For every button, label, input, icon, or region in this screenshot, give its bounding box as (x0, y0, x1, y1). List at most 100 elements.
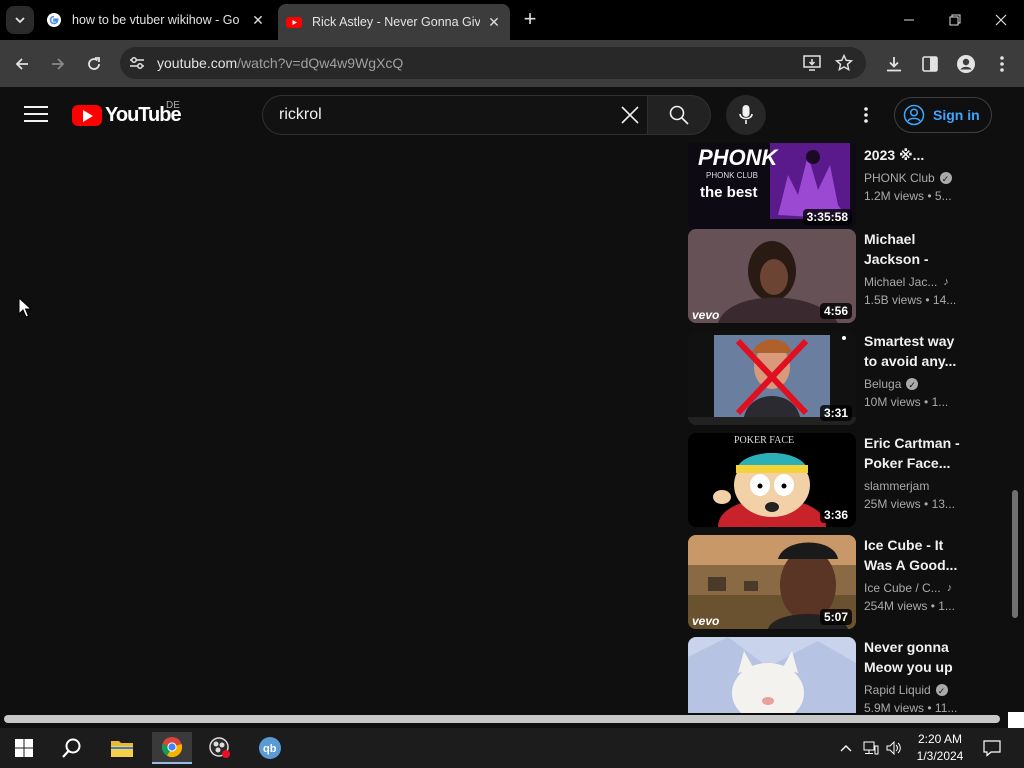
view-stats: 5.9M views • 11... (864, 701, 958, 713)
restore-button[interactable] (932, 0, 978, 40)
clock-date: 1/3/2024 (916, 749, 964, 763)
reload-icon (88, 57, 100, 70)
close-tab-icon[interactable]: ✕ (250, 12, 266, 29)
chevron-up-icon (840, 745, 852, 752)
search-input[interactable]: rickrol (262, 95, 648, 135)
video-title[interactable]: Eric Cartman - Poker Face... (864, 433, 964, 473)
view-stats: 10M views • 1... (864, 395, 949, 409)
sign-in-label: Sign in (933, 107, 980, 123)
video-thumbnail[interactable]: vevo 5:07 (688, 535, 856, 629)
video-title[interactable]: Smartest way to avoid any... (864, 331, 964, 371)
channel-name[interactable]: Rapid Liquid (864, 681, 964, 700)
recommendation-item[interactable]: vevo 4:56 Michael Jackson - Billi... Mic… (688, 229, 978, 323)
search-button[interactable] (648, 95, 711, 135)
thumb-text-phonk-club: PHONK CLUB (706, 171, 758, 180)
horizontal-scrollbar[interactable] (4, 715, 1000, 723)
verified-badge-icon (935, 682, 948, 700)
back-button[interactable] (8, 50, 36, 78)
side-panel-icon[interactable] (918, 52, 942, 76)
browser-tab-strip: how to be vtuber wikihow - Go ✕ Rick Ast… (0, 0, 1024, 40)
chrome-taskbar-button[interactable] (152, 732, 192, 764)
profile-icon[interactable] (954, 52, 978, 76)
url-path: /watch?v=dQw4w9WgXcQ (237, 55, 404, 71)
network-icon[interactable] (863, 740, 879, 756)
site-info-icon[interactable] (128, 54, 146, 72)
thumb-text-poker-face: POKER FACE (734, 435, 794, 446)
video-meta: Ice Cube - It Was A Good... Ice Cube / C… (864, 535, 964, 615)
recommendations-list: PHONK PHONK CLUB the best 3:35:58 2023 ※… (688, 143, 978, 713)
video-title[interactable]: 2023 ※... (864, 145, 964, 165)
close-icon (995, 14, 1007, 26)
obs-taskbar-button[interactable] (200, 732, 240, 764)
new-tab-button[interactable]: + (518, 8, 542, 32)
file-explorer-button[interactable] (102, 732, 142, 764)
mouse-cursor-icon (18, 297, 32, 318)
channel-name[interactable]: Michael Jac... ♪ (864, 273, 964, 291)
downloads-icon[interactable] (882, 52, 906, 76)
view-stats: 254M views • 1... (864, 599, 955, 613)
video-meta: Never gonna Meow you up Rapid Liquid 5.9… (864, 637, 964, 713)
country-code: DE (166, 100, 180, 111)
channel-name[interactable]: PHONK Club (864, 169, 964, 188)
account-circle-icon (903, 104, 925, 126)
hamburger-menu-icon[interactable] (24, 106, 48, 124)
scrollbar-corner (1008, 712, 1024, 728)
recommendation-item[interactable]: Never gonna Meow you up Rapid Liquid 5.9… (688, 637, 978, 713)
channel-name[interactable]: Beluga (864, 375, 964, 394)
channel-name[interactable]: Ice Cube / C... ♪ (864, 579, 964, 597)
install-app-icon[interactable] (802, 53, 822, 73)
browser-menu-icon[interactable] (990, 52, 1014, 76)
recommendation-item[interactable]: vevo 5:07 Ice Cube - It Was A Good... Ic… (688, 535, 978, 629)
chevron-down-icon (15, 17, 25, 24)
video-duration: 4:56 (819, 303, 852, 319)
video-thumbnail[interactable]: 3:31 (688, 331, 856, 425)
start-button[interactable] (4, 732, 44, 764)
address-bar[interactable]: youtube.com/watch?v=dQw4w9WgXcQ (120, 47, 866, 79)
tab-wikihow-search[interactable]: how to be vtuber wikihow - Go ✕ (38, 4, 274, 36)
settings-menu-icon[interactable] (856, 105, 876, 125)
youtube-play-icon (72, 105, 102, 126)
action-center-icon[interactable] (982, 738, 1002, 758)
video-title[interactable]: Never gonna Meow you up (864, 637, 964, 677)
clear-search-icon[interactable] (619, 104, 641, 126)
url-host: youtube.com (157, 55, 238, 71)
recommendation-item[interactable]: 3:31 Smartest way to avoid any... Beluga… (688, 331, 978, 425)
video-title[interactable]: Michael Jackson - Billi... (864, 229, 964, 269)
arrow-left-icon (15, 58, 28, 70)
vertical-scrollbar-thumb[interactable] (1012, 490, 1018, 618)
qbittorrent-taskbar-button[interactable]: qb (250, 732, 290, 764)
video-duration: 5:07 (819, 609, 852, 625)
video-meta: Eric Cartman - Poker Face... slammerjam … (864, 433, 964, 513)
reload-button[interactable] (80, 50, 108, 78)
obs-record-icon (209, 737, 230, 758)
recommendation-item[interactable]: PHONK PHONK CLUB the best 3:35:58 2023 ※… (688, 143, 978, 229)
sign-in-button[interactable]: Sign in (894, 97, 992, 133)
close-tab-icon[interactable]: ✕ (486, 14, 502, 31)
minimize-icon (904, 19, 914, 21)
show-hidden-icons-button[interactable] (838, 740, 854, 756)
forward-button[interactable] (44, 50, 72, 78)
video-duration: 3:36 (819, 507, 852, 523)
video-thumbnail[interactable] (688, 637, 856, 713)
view-stats: 1.2M views • 5... (864, 189, 952, 203)
volume-icon[interactable] (886, 740, 902, 756)
taskbar-search-button[interactable] (52, 732, 92, 764)
tab-search-button[interactable] (6, 6, 34, 34)
video-thumbnail[interactable]: PHONK PHONK CLUB the best 3:35:58 (688, 143, 856, 229)
video-thumbnail[interactable]: vevo 4:56 (688, 229, 856, 323)
youtube-logo[interactable]: YouTube DE (72, 100, 182, 127)
video-title[interactable]: Ice Cube - It Was A Good... (864, 535, 964, 575)
browser-toolbar: youtube.com/watch?v=dQw4w9WgXcQ (0, 40, 1024, 87)
close-window-button[interactable] (978, 0, 1024, 40)
view-stats: 1.5B views • 14... (864, 293, 957, 307)
channel-name[interactable]: slammerjam (864, 477, 964, 495)
bookmark-star-icon[interactable] (834, 53, 854, 73)
chrome-icon (161, 737, 183, 758)
tab-rick-astley[interactable]: Rick Astley - Never Gonna Give ✕ (278, 4, 510, 40)
recommendation-item[interactable]: POKER FACE 3:36 Eric Cartman - Poker Fac… (688, 433, 978, 527)
voice-search-button[interactable] (726, 95, 766, 135)
video-thumbnail[interactable]: POKER FACE 3:36 (688, 433, 856, 527)
minimize-button[interactable] (886, 0, 932, 40)
system-clock[interactable]: 2:20 AM 1/3/2024 (916, 731, 964, 765)
thumb-text-best: the best (700, 184, 758, 201)
